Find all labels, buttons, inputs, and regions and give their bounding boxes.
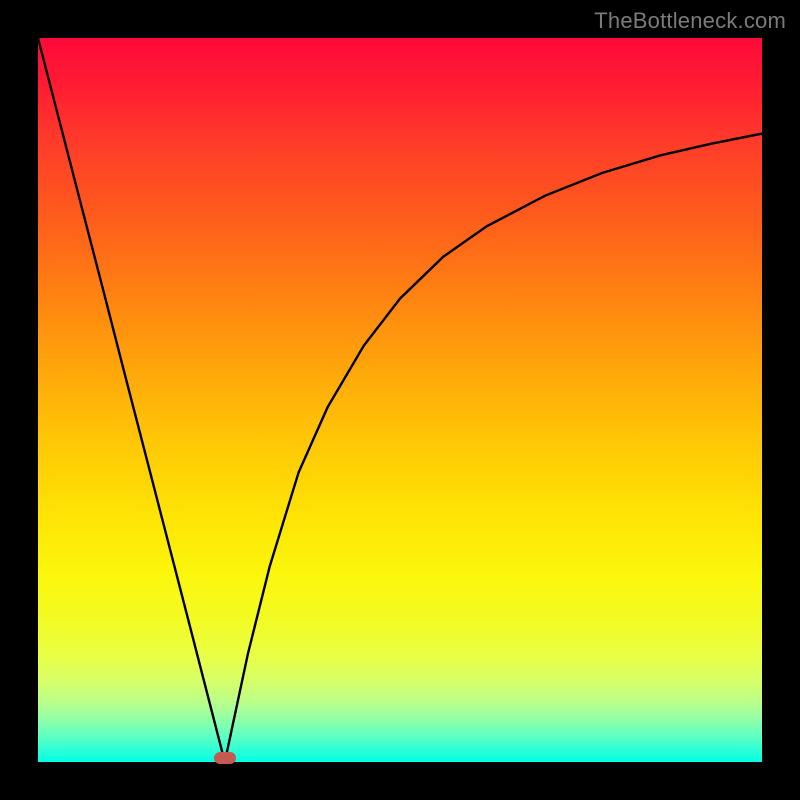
watermark-text: TheBottleneck.com bbox=[594, 8, 786, 34]
outer-frame: TheBottleneck.com bbox=[0, 0, 800, 800]
vertex-marker bbox=[214, 752, 236, 764]
chart-plot-area bbox=[38, 38, 762, 762]
bottleneck-curve bbox=[38, 38, 762, 762]
